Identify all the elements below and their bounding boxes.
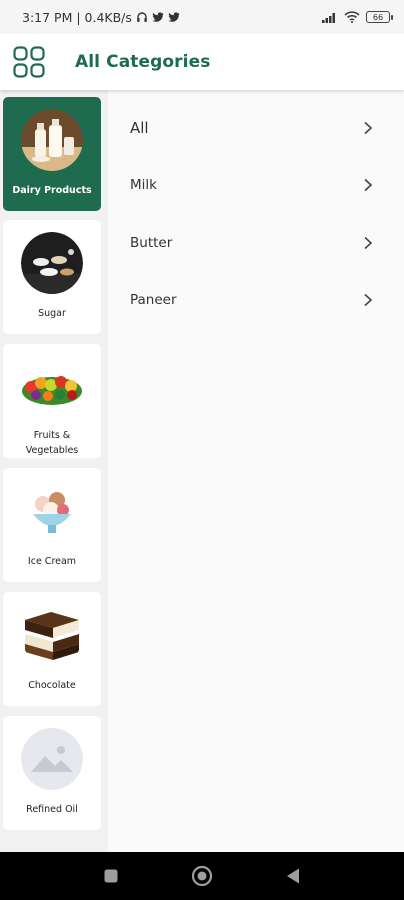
category-ice-cream[interactable]: Ice Cream xyxy=(3,468,101,582)
status-time-speed: 3:17 PM | 0.4KB/s xyxy=(22,9,132,25)
subcategory-item-paneer[interactable]: Paneer xyxy=(108,278,404,322)
category-label: Refined Oil xyxy=(26,804,78,815)
battery-icon: 66 xyxy=(366,11,393,23)
subcategory-item-all[interactable]: All xyxy=(108,106,404,150)
subcategory-label: Butter xyxy=(130,235,173,251)
app-bar: All Categories xyxy=(0,34,404,90)
chevron-right-icon xyxy=(362,178,374,192)
twitter-icon xyxy=(168,11,180,23)
subcategory-item-butter[interactable]: Butter xyxy=(108,221,404,265)
twitter-icon xyxy=(152,11,164,23)
back-icon[interactable] xyxy=(285,867,301,885)
category-sidebar: Dairy Products Sugar Fruits & Vegetables… xyxy=(0,90,108,852)
wifi-icon xyxy=(344,11,360,23)
category-chocolate[interactable]: Chocolate xyxy=(3,592,101,706)
subcategory-label: Paneer xyxy=(130,292,177,308)
category-label: Dairy Products xyxy=(12,185,92,196)
subcategory-list: All Milk Butter Paneer xyxy=(108,90,404,852)
chocolate-pieces-image xyxy=(21,604,83,666)
category-label: Ice Cream xyxy=(27,556,77,567)
chevron-right-icon xyxy=(362,236,374,250)
grid-icon[interactable] xyxy=(13,46,45,78)
recents-icon[interactable] xyxy=(103,868,119,884)
battery-level: 66 xyxy=(372,12,384,22)
subcategory-label: Milk xyxy=(130,177,157,193)
chevron-right-icon xyxy=(362,121,374,135)
image-placeholder-icon xyxy=(21,728,83,790)
category-refined-oil[interactable]: Refined Oil xyxy=(3,716,101,830)
home-icon[interactable] xyxy=(191,865,213,887)
page-title: All Categories xyxy=(75,52,211,72)
subcategory-label: All xyxy=(130,119,149,137)
system-nav-bar xyxy=(0,852,404,900)
category-dairy-products[interactable]: Dairy Products xyxy=(3,97,101,211)
category-fruits-vegetables[interactable]: Fruits & Vegetables xyxy=(3,344,101,458)
headphones-icon xyxy=(136,11,148,23)
category-label: Sugar xyxy=(38,308,66,319)
subcategory-item-milk[interactable]: Milk xyxy=(108,163,404,207)
category-label: Fruits & Vegetables xyxy=(25,430,79,456)
milk-bottles-image xyxy=(21,109,83,171)
chevron-right-icon xyxy=(362,293,374,307)
status-bar: 3:17 PM | 0.4KB/s 66 xyxy=(0,0,404,34)
sugar-bowls-image xyxy=(21,232,83,294)
ice-cream-bowl-image xyxy=(21,480,83,542)
category-sugar[interactable]: Sugar xyxy=(3,220,101,334)
category-label: Chocolate xyxy=(28,680,76,691)
fruits-vegetables-image xyxy=(21,356,83,416)
signal-icon xyxy=(322,12,338,23)
